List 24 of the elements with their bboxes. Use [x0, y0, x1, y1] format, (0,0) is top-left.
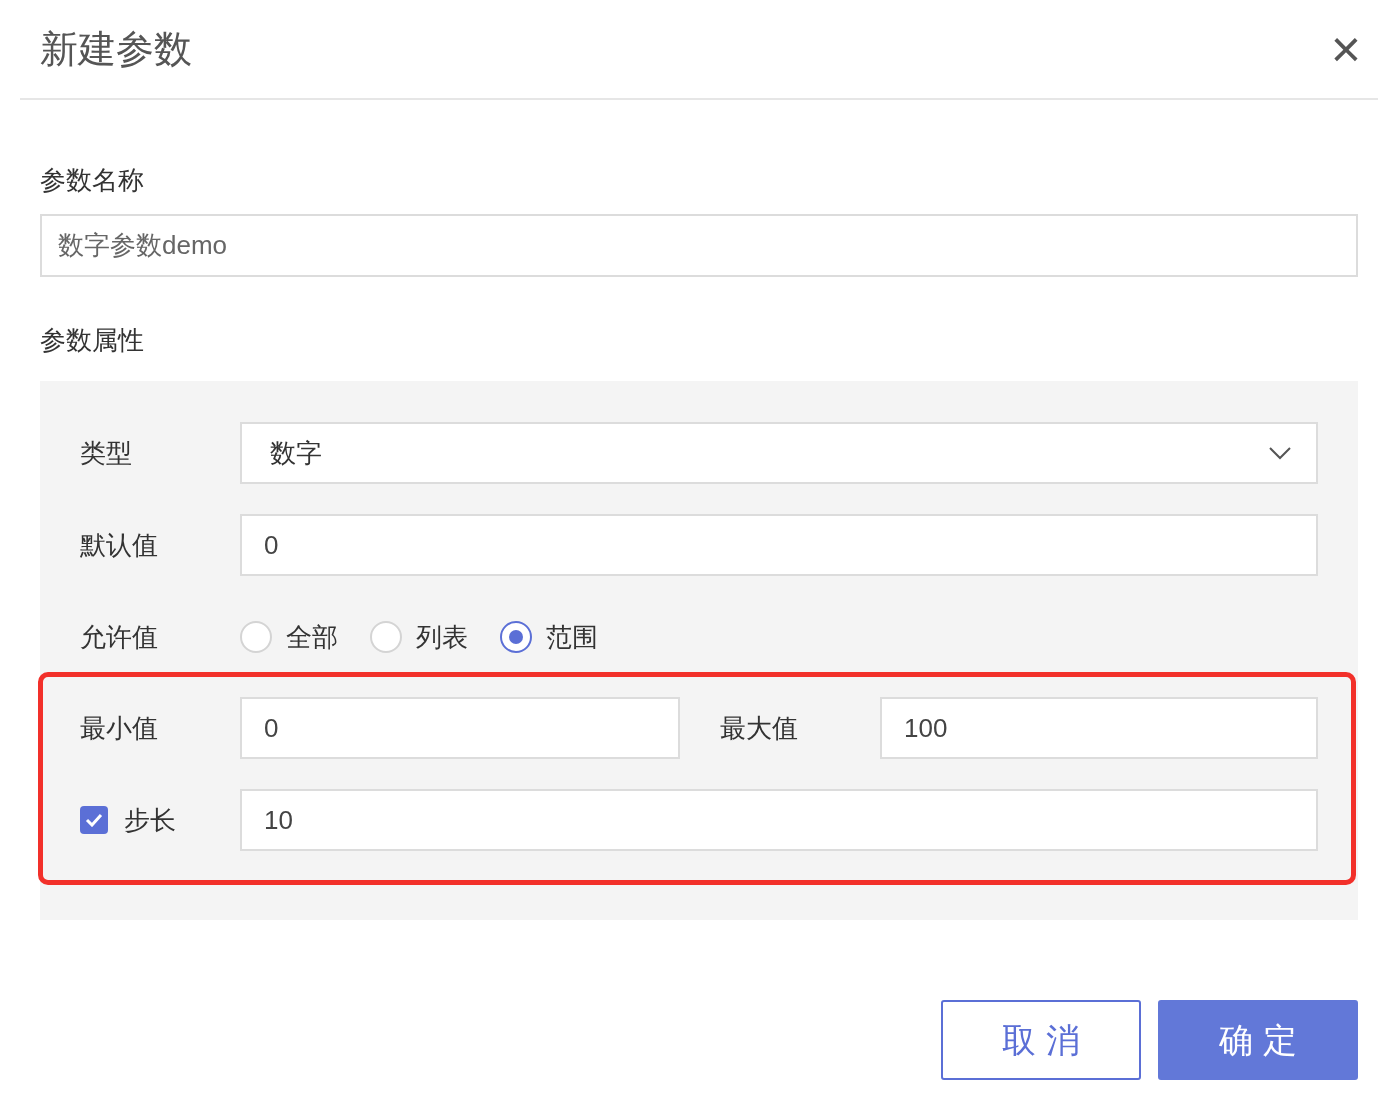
input-field[interactable]: 0: [240, 697, 680, 759]
radio-option[interactable]: 列表: [370, 617, 468, 657]
section-label: 参数名称: [40, 163, 144, 197]
close-button[interactable]: ×: [1326, 25, 1366, 73]
step-checkbox[interactable]: [80, 806, 108, 834]
confirm-button[interactable]: 确 定: [1158, 1000, 1358, 1080]
section-label: 参数属性: [40, 323, 144, 357]
type-select[interactable]: 数字: [240, 422, 1318, 484]
dialog-title: 新建参数: [40, 30, 192, 68]
input-field[interactable]: 100: [880, 697, 1318, 759]
chevron-down-icon: [1268, 446, 1292, 460]
radio-option[interactable]: 范围: [500, 617, 598, 657]
cancel-button[interactable]: 取 消: [941, 1000, 1141, 1080]
field-label: 默认值: [80, 528, 159, 562]
checkmark-icon: [85, 813, 103, 827]
field-label: 类型: [80, 436, 133, 470]
field-label: 步长: [124, 803, 176, 837]
field-label: 最大值: [720, 711, 799, 745]
name-input-field[interactable]: 数字参数demo: [40, 214, 1358, 277]
input-field[interactable]: 10: [240, 789, 1318, 851]
field-label: 最小值: [80, 711, 159, 745]
input-field[interactable]: 0: [240, 514, 1318, 576]
radio-option[interactable]: 全部: [240, 617, 338, 657]
field-label: 允许值: [80, 620, 159, 654]
